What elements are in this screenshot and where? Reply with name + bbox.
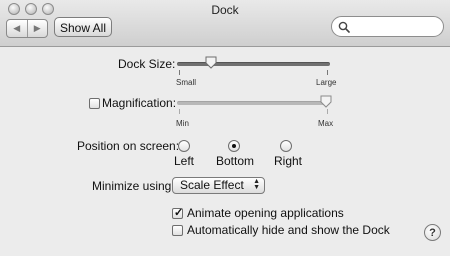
search-icon	[338, 21, 350, 33]
popup-arrows-icon: ▲ ▼	[253, 178, 260, 191]
magnification-checkbox[interactable]	[89, 98, 100, 109]
position-left-radio[interactable]	[178, 140, 190, 152]
position-bottom-label: Bottom	[216, 154, 255, 168]
dock-size-min-label: Small	[176, 78, 197, 87]
position-left-label: Left	[174, 154, 195, 168]
magnification-slider-thumb[interactable]	[320, 95, 332, 108]
position-right-label: Right	[274, 154, 303, 168]
dock-size-max-label: Large	[316, 78, 337, 87]
minimize-effect-value: Scale Effect	[180, 178, 244, 192]
back-arrow-icon[interactable]: ◀	[7, 20, 28, 37]
show-all-button[interactable]: Show All	[54, 17, 112, 37]
window-toolbar: Dock ◀ ▶ Show All	[0, 0, 450, 47]
magnification-min-label: Min	[176, 119, 189, 128]
magnification-slider-track[interactable]	[177, 101, 330, 105]
dock-size-slider-thumb[interactable]	[205, 56, 217, 69]
minimize-label: Minimize using:	[92, 179, 175, 193]
magnification-max-label: Max	[318, 119, 334, 128]
window-title: Dock	[211, 3, 239, 17]
back-forward-control: ◀ ▶	[6, 19, 48, 38]
animate-opening-checkbox[interactable]	[172, 206, 183, 219]
dock-size-slider-track[interactable]	[177, 62, 330, 66]
dock-size-label: Dock Size:	[118, 57, 176, 71]
position-bottom-radio[interactable]	[228, 140, 240, 152]
magnification-label: Magnification:	[102, 96, 177, 110]
forward-arrow-icon[interactable]: ▶	[28, 20, 48, 37]
position-right-radio[interactable]	[280, 140, 292, 152]
position-label: Position on screen:	[77, 139, 180, 153]
minimize-effect-popup[interactable]: Scale Effect ▲ ▼	[172, 177, 265, 194]
autohide-dock-checkbox[interactable]	[172, 225, 183, 236]
autohide-dock-label: Automatically hide and show the Dock	[187, 223, 390, 237]
animate-opening-label: Animate opening applications	[187, 206, 344, 220]
help-button[interactable]: ?	[424, 224, 441, 241]
search-field[interactable]	[331, 16, 444, 37]
